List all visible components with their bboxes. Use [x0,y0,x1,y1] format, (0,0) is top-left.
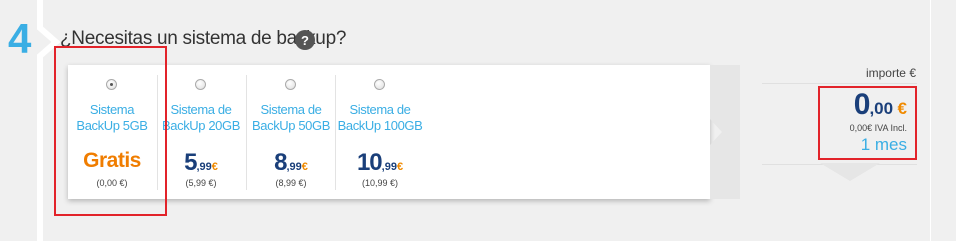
option-price: 5,99€ [184,149,218,176]
panel-arrow [710,65,740,199]
option-price-note: (5,99 €) [185,178,217,188]
importe-label: importe € [865,66,916,80]
step-number: 4 [8,15,31,62]
radio-backup-50gb[interactable] [285,79,296,90]
option-backup-100gb[interactable]: Sistema de BackUp 100GB 10,99€ (10,99 €) [336,65,424,199]
option-label: Sistema de BackUp 100GB [337,102,423,133]
option-backup-20gb[interactable]: Sistema de BackUp 20GB 5,99€ (5,99 €) [158,65,244,199]
total-pointer [820,163,880,181]
highlight-box-total [818,86,917,160]
highlight-box-option [54,46,167,216]
option-price-note: (10,99 €) [361,178,399,188]
option-label: Sistema de BackUp 20GB [162,102,240,133]
question-mark-icon[interactable]: ? [295,30,315,50]
option-price: 10,99€ [356,149,404,176]
right-border [930,0,931,241]
radio-backup-20gb[interactable] [195,79,206,90]
option-price: 8,99€ [274,149,308,176]
option-label: Sistema de BackUp 50GB [252,102,330,133]
radio-backup-100gb[interactable] [374,79,385,90]
option-backup-50gb[interactable]: Sistema de BackUp 50GB 8,99€ (8,99 €) [247,65,335,199]
option-price-note: (8,99 €) [275,178,307,188]
